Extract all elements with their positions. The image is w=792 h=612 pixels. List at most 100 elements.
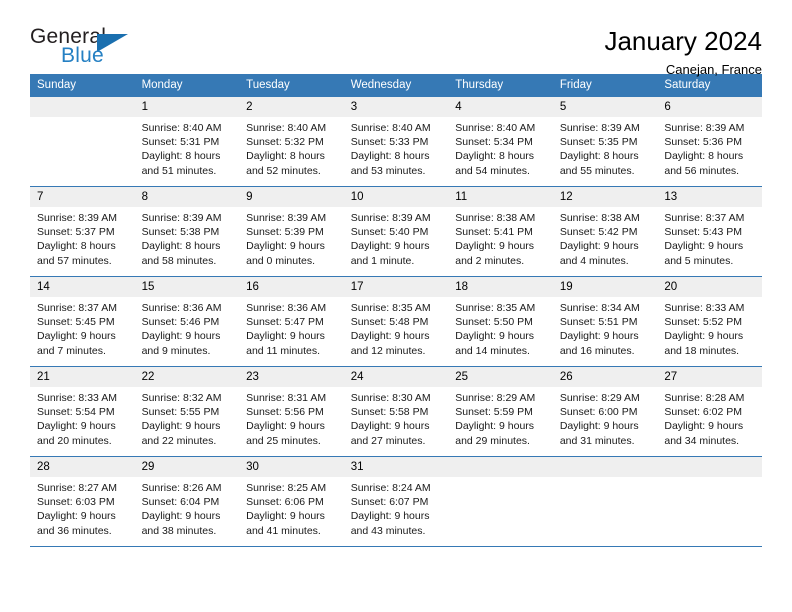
day-cell-content: 7 Sunrise: 8:39 AM Sunset: 5:37 PM Daylight… <box>30 187 135 276</box>
daylight-duration-line1: Daylight: 9 hours <box>664 420 744 433</box>
day-number <box>657 457 762 477</box>
calendar-day-cell[interactable]: 5 Sunrise: 8:39 AM Sunset: 5:35 PM Daylight… <box>552 97 658 187</box>
sunset-time: Sunset: 6:06 PM <box>246 496 324 509</box>
daylight-duration-line1: Daylight: 9 hours <box>350 240 430 253</box>
calendar-day-cell[interactable]: 3 Sunrise: 8:40 AM Sunset: 5:33 PM Daylight… <box>343 97 449 187</box>
day-details: Sunrise: 8:39 AM Sunset: 5:39 PM Daylight:… <box>239 207 344 268</box>
day-cell-content: 16 Sunrise: 8:36 AM Sunset: 5:47 PM Dayligh… <box>239 277 344 366</box>
day-number: 10 <box>343 187 449 207</box>
logo-text-blue: Blue <box>61 44 104 67</box>
calendar-day-cell[interactable]: 9 Sunrise: 8:39 AM Sunset: 5:39 PM Daylight… <box>239 186 344 277</box>
daylight-duration-line1: Daylight: 8 hours <box>664 150 744 163</box>
calendar-day-cell[interactable]: 25 Sunrise: 8:29 AM Sunset: 5:59 PM Dayligh… <box>448 366 553 457</box>
calendar-day-cell[interactable]: 12 Sunrise: 8:38 AM Sunset: 5:42 PM Dayligh… <box>552 186 658 277</box>
calendar-day-cell[interactable]: 24 Sunrise: 8:30 AM Sunset: 5:58 PM Dayligh… <box>343 366 449 457</box>
sunrise-time: Sunrise: 8:26 AM <box>141 482 222 494</box>
sunset-time: Sunset: 6:04 PM <box>141 496 220 509</box>
day-details: Sunrise: 8:28 AM Sunset: 6:02 PM Daylight:… <box>657 387 762 448</box>
day-number: 12 <box>552 187 658 207</box>
day-cell-content: 5 Sunrise: 8:39 AM Sunset: 5:35 PM Daylight… <box>552 97 658 186</box>
day-number: 11 <box>448 187 553 207</box>
day-cell-content: 28 Sunrise: 8:27 AM Sunset: 6:03 PM Dayligh… <box>30 457 135 546</box>
daylight-duration-line1: Daylight: 8 hours <box>37 240 116 253</box>
calendar-day-cell[interactable]: 11 Sunrise: 8:38 AM Sunset: 5:41 PM Dayligh… <box>448 186 553 277</box>
calendar-day-cell[interactable]: 18 Sunrise: 8:35 AM Sunset: 5:50 PM Dayligh… <box>448 276 553 367</box>
page-subtitle: Canejan, France <box>665 62 762 77</box>
day-number <box>448 457 553 477</box>
calendar-day-cell[interactable]: 23 Sunrise: 8:31 AM Sunset: 5:56 PM Dayligh… <box>239 366 344 457</box>
day-cell-content <box>657 457 762 546</box>
calendar-day-cell[interactable]: 2 Sunrise: 8:40 AM Sunset: 5:32 PM Daylight… <box>239 97 344 187</box>
day-cell-content: 31 Sunrise: 8:24 AM Sunset: 6:07 PM Dayligh… <box>343 457 449 546</box>
weekday-header-thursday: Thursday <box>448 74 553 97</box>
page-header: General Blue January 2024 Canejan, Franc… <box>30 0 762 78</box>
calendar-day-cell[interactable]: 21 Sunrise: 8:33 AM Sunset: 5:54 PM Dayligh… <box>30 366 135 457</box>
sunrise-time: Sunrise: 8:40 AM <box>455 122 536 134</box>
calendar-day-cell[interactable]: 10 Sunrise: 8:39 AM Sunset: 5:40 PM Dayligh… <box>343 186 449 277</box>
day-number: 3 <box>343 97 449 117</box>
sunrise-time: Sunrise: 8:29 AM <box>455 392 536 404</box>
day-number: 14 <box>30 277 135 297</box>
day-number: 31 <box>343 457 449 477</box>
calendar-day-cell[interactable]: 26 Sunrise: 8:29 AM Sunset: 6:00 PM Dayligh… <box>552 366 658 457</box>
sunrise-time: Sunrise: 8:36 AM <box>246 302 327 314</box>
calendar-day-cell[interactable]: 31 Sunrise: 8:24 AM Sunset: 6:07 PM Dayligh… <box>343 456 449 547</box>
sunrise-time: Sunrise: 8:25 AM <box>246 482 327 494</box>
daylight-duration-line2: and 56 minutes. <box>664 164 740 177</box>
calendar-day-cell[interactable]: 14 Sunrise: 8:37 AM Sunset: 5:45 PM Dayligh… <box>30 276 135 367</box>
calendar-day-cell[interactable]: 8 Sunrise: 8:39 AM Sunset: 5:38 PM Daylight… <box>134 186 240 277</box>
weekday-header-tuesday: Tuesday <box>239 74 344 97</box>
calendar-day-cell[interactable]: 29 Sunrise: 8:26 AM Sunset: 6:04 PM Dayligh… <box>134 456 240 547</box>
calendar-day-cell[interactable] <box>657 456 762 547</box>
calendar-day-cell[interactable]: 19 Sunrise: 8:34 AM Sunset: 5:51 PM Dayligh… <box>552 276 658 367</box>
daylight-duration-line1: Daylight: 9 hours <box>37 510 116 523</box>
sunrise-time: Sunrise: 8:39 AM <box>350 212 431 224</box>
sunset-time: Sunset: 6:02 PM <box>664 406 743 419</box>
calendar-day-cell[interactable]: 17 Sunrise: 8:35 AM Sunset: 5:48 PM Dayligh… <box>343 276 449 367</box>
day-number <box>552 457 658 477</box>
day-details: Sunrise: 8:39 AM Sunset: 5:38 PM Daylight:… <box>135 207 240 268</box>
day-details: Sunrise: 8:38 AM Sunset: 5:41 PM Daylight:… <box>448 207 553 268</box>
calendar-day-cell[interactable]: 7 Sunrise: 8:39 AM Sunset: 5:37 PM Daylight… <box>30 186 135 277</box>
calendar-day-cell[interactable]: 27 Sunrise: 8:28 AM Sunset: 6:02 PM Dayligh… <box>657 366 762 457</box>
calendar-day-cell[interactable]: 6 Sunrise: 8:39 AM Sunset: 5:36 PM Daylight… <box>657 97 762 187</box>
daylight-duration-line1: Daylight: 8 hours <box>350 150 430 163</box>
calendar-day-cell[interactable] <box>552 456 658 547</box>
day-cell-content: 23 Sunrise: 8:31 AM Sunset: 5:56 PM Dayligh… <box>239 367 344 456</box>
day-number: 4 <box>448 97 553 117</box>
calendar-day-cell[interactable]: 15 Sunrise: 8:36 AM Sunset: 5:46 PM Dayligh… <box>134 276 240 367</box>
day-cell-content <box>552 457 658 546</box>
sunrise-time: Sunrise: 8:39 AM <box>246 212 327 224</box>
day-number: 8 <box>134 187 240 207</box>
sunset-time: Sunset: 6:03 PM <box>37 496 115 509</box>
sunset-time: Sunset: 5:47 PM <box>246 316 324 329</box>
day-cell-content: 1 Sunrise: 8:40 AM Sunset: 5:31 PM Daylight… <box>134 97 240 186</box>
calendar-day-cell[interactable]: 22 Sunrise: 8:32 AM Sunset: 5:55 PM Dayligh… <box>134 366 240 457</box>
calendar-day-cell[interactable]: 13 Sunrise: 8:37 AM Sunset: 5:43 PM Dayligh… <box>657 186 762 277</box>
calendar-day-cell[interactable] <box>30 97 135 187</box>
daylight-duration-line1: Daylight: 9 hours <box>246 420 325 433</box>
sunrise-time: Sunrise: 8:40 AM <box>350 122 431 134</box>
sunrise-time: Sunrise: 8:31 AM <box>246 392 327 404</box>
calendar-day-cell[interactable] <box>448 456 553 547</box>
daylight-duration-line2: and 36 minutes. <box>37 524 112 537</box>
calendar-day-cell[interactable]: 1 Sunrise: 8:40 AM Sunset: 5:31 PM Daylight… <box>134 97 240 187</box>
calendar-day-cell[interactable]: 16 Sunrise: 8:36 AM Sunset: 5:47 PM Dayligh… <box>239 276 344 367</box>
calendar-day-cell[interactable]: 4 Sunrise: 8:40 AM Sunset: 5:34 PM Daylight… <box>448 97 553 187</box>
calendar-day-cell[interactable]: 28 Sunrise: 8:27 AM Sunset: 6:03 PM Dayligh… <box>30 456 135 547</box>
day-details: Sunrise: 8:38 AM Sunset: 5:42 PM Daylight:… <box>553 207 658 268</box>
day-cell-content: 18 Sunrise: 8:35 AM Sunset: 5:50 PM Dayligh… <box>448 277 553 366</box>
sunrise-time: Sunrise: 8:38 AM <box>455 212 536 224</box>
daylight-duration-line1: Daylight: 9 hours <box>246 330 325 343</box>
daylight-duration-line1: Daylight: 9 hours <box>350 510 430 523</box>
calendar-day-cell[interactable]: 30 Sunrise: 8:25 AM Sunset: 6:06 PM Dayligh… <box>239 456 344 547</box>
sunset-time: Sunset: 5:54 PM <box>37 406 115 419</box>
sunrise-time: Sunrise: 8:38 AM <box>559 212 640 224</box>
daylight-duration-line1: Daylight: 9 hours <box>141 510 221 523</box>
calendar-day-cell[interactable]: 20 Sunrise: 8:33 AM Sunset: 5:52 PM Dayligh… <box>657 276 762 367</box>
day-cell-content: 6 Sunrise: 8:39 AM Sunset: 5:36 PM Daylight… <box>657 97 762 186</box>
day-details: Sunrise: 8:24 AM Sunset: 6:07 PM Daylight:… <box>344 477 449 538</box>
daylight-duration-line2: and 18 minutes. <box>664 344 740 357</box>
day-details: Sunrise: 8:37 AM Sunset: 5:43 PM Daylight:… <box>657 207 762 268</box>
day-cell-content: 24 Sunrise: 8:30 AM Sunset: 5:58 PM Dayligh… <box>343 367 449 456</box>
